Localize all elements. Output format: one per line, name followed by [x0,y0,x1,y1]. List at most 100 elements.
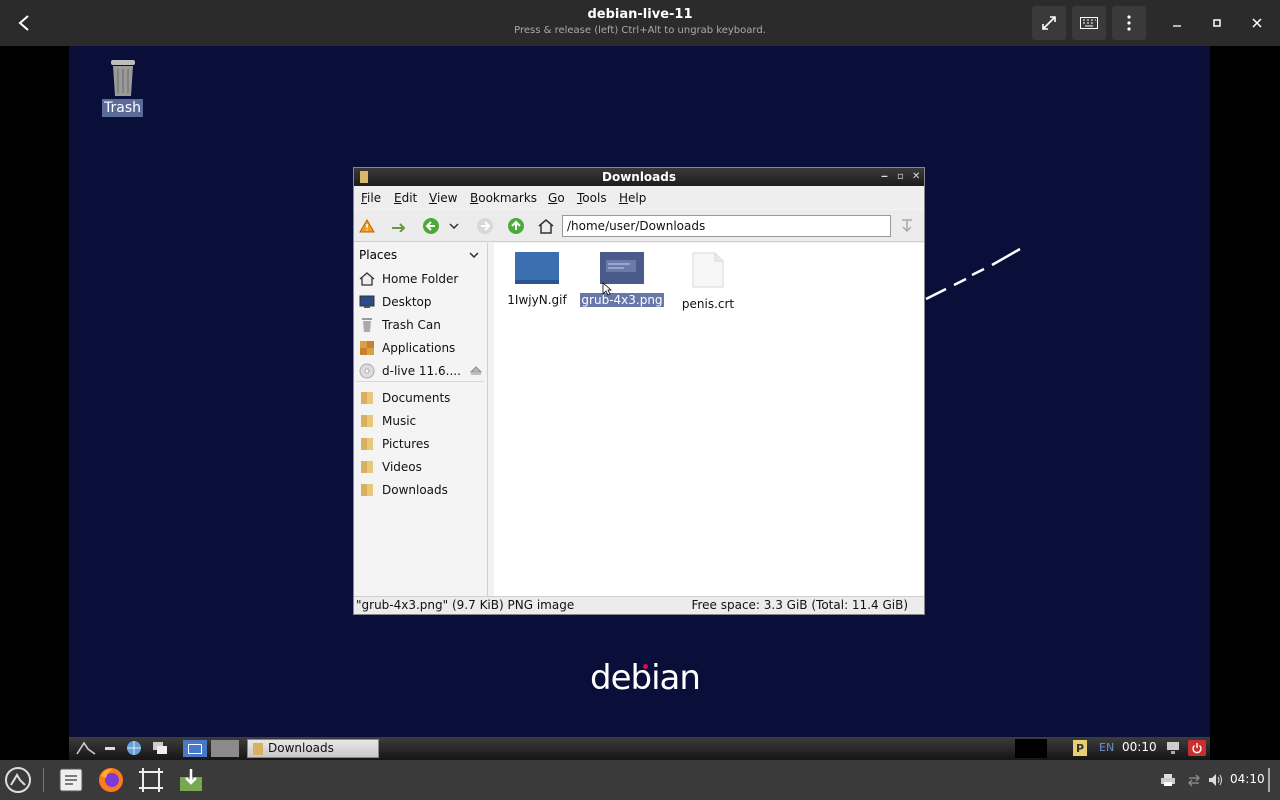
go-path-button[interactable] [897,216,917,236]
network-tray-button[interactable] [1185,771,1203,789]
menu-help[interactable]: Help [619,191,646,205]
sidebar-item-desktop[interactable]: Desktop [358,292,486,312]
keyboard-layout-indicator[interactable]: EN [1099,741,1114,754]
sidebar-item-home-folder[interactable]: Home Folder [358,269,486,289]
parent-folder-button[interactable] [506,216,526,236]
host-taskbar: 04:10 [0,760,1280,800]
windows-icon [153,742,167,754]
file-name: 1IwjyN.gif [507,293,567,307]
window-maximize-button[interactable]: ▫ [897,168,904,186]
sidebar-item-applications[interactable]: Applications [358,338,486,358]
home-icon [538,219,554,234]
status-free-space: Free space: 3.3 GiB (Total: 11.4 GiB) [691,598,908,612]
menu-tools[interactable]: Tools [577,191,607,205]
folder-icon [253,743,263,755]
folder-icon [358,390,376,406]
sidebar-item-downloads[interactable]: Downloads [358,480,486,500]
applications-icon [358,340,376,356]
minimize-icon [1173,25,1181,27]
file-item-grub-4x3-png[interactable]: grub-4x3.png [580,252,664,307]
minimize-all-button[interactable] [101,740,119,756]
workspace-window-icon [188,743,202,754]
folder-icon [358,413,376,429]
sidebar-item-pictures[interactable]: Pictures [358,434,486,454]
go-back-icon [423,218,439,234]
file-name: penis.crt [681,297,735,311]
tray-blank [1015,739,1047,758]
home-button[interactable] [536,216,556,236]
menu-launcher-button[interactable] [75,740,97,756]
fullscreen-button[interactable] [1032,6,1066,40]
jump-icon [902,219,912,233]
menu-go[interactable]: Go [548,191,565,205]
show-desktop-edge[interactable] [1268,768,1270,792]
workspace-1[interactable] [183,740,207,757]
host-installer-app[interactable] [175,764,207,796]
window-menu-icon[interactable] [360,171,368,183]
crop-frame-icon [139,768,163,792]
file-manager-window: Downloads ‒ ▫ ✕ File Edit View Bookmarks… [353,167,925,615]
history-dropdown[interactable] [448,216,460,236]
document-icon [692,252,724,288]
back-nav-button[interactable] [421,216,441,236]
sidebar-item-d-live-volume[interactable]: d-live 11.6.... [358,361,486,381]
sidebar-item-trash-can[interactable]: Trash Can [358,315,486,335]
sidebar-item-label: Home Folder [382,272,459,286]
forward-nav-button[interactable] [475,216,495,236]
globe-icon [127,741,141,755]
window-minimize-button[interactable]: ‒ [881,168,888,186]
network-tray-button[interactable] [1164,740,1182,756]
chevron-down-icon [449,223,459,229]
taskbar-item-downloads[interactable]: Downloads [247,739,379,758]
host-firefox-app[interactable] [95,764,127,796]
close-button[interactable] [1246,12,1268,34]
more-menu-button[interactable] [1112,6,1146,40]
sidebar-item-label: Music [382,414,417,428]
window-close-button[interactable]: ✕ [912,168,920,186]
desktop-trash-icon[interactable] [101,56,145,102]
menu-file[interactable]: File [361,191,381,205]
printer-tray-button[interactable] [1159,771,1177,789]
host-screenshot-app[interactable] [135,764,167,796]
file-view[interactable]: 1IwjyN.gif grub-4x3.png penis.crt [494,243,924,596]
workspace-2[interactable] [211,740,239,757]
p-tray-icon[interactable]: P [1073,740,1087,756]
minimize-button[interactable] [1166,12,1188,34]
browser-launcher[interactable] [125,740,143,756]
menu-view[interactable]: View [429,191,457,205]
drive-icon [358,363,376,379]
printer-icon [1161,774,1175,786]
guest-taskbar: Downloads P EN 00:10 [69,737,1210,760]
keyboard-button[interactable] [1072,6,1106,40]
desktop-trash-label[interactable]: Trash [102,99,143,117]
more-vertical-icon [1127,15,1131,31]
file-name: grub-4x3.png [580,293,664,307]
menu-bookmarks[interactable]: Bookmarks [470,191,537,205]
warning-button[interactable] [357,216,377,236]
places-sidebar: Places Home Folder Desktop Trash Can App… [354,243,488,596]
sidebar-item-videos[interactable]: Videos [358,457,486,477]
volume-tray-button[interactable] [1207,771,1225,789]
host-files-app[interactable] [55,764,87,796]
file-item-penis-crt[interactable]: penis.crt [666,252,750,311]
guest-clock[interactable]: 00:10 [1122,740,1157,754]
maximize-button[interactable] [1206,12,1228,34]
power-button[interactable] [1188,740,1206,756]
file-manager-launcher[interactable] [151,740,169,756]
path-input[interactable]: /home/user/Downloads [562,215,891,237]
sidebar-item-music[interactable]: Music [358,411,486,431]
places-header[interactable]: Places [359,248,485,266]
menu-edit[interactable]: Edit [394,191,417,205]
sidebar-item-documents[interactable]: Documents [358,388,486,408]
host-clock[interactable]: 04:10 [1230,772,1265,786]
new-tab-button[interactable] [390,216,410,236]
network-icon [1167,742,1179,754]
host-launcher-button[interactable] [2,764,34,796]
status-selection: "grub-4x3.png" (9.7 KiB) PNG image [356,598,575,612]
expand-icon [1042,16,1056,30]
minimize-icon [105,747,115,750]
window-title-bar[interactable]: Downloads ‒ ▫ ✕ [354,168,924,186]
file-item-1iwjyn-gif[interactable]: 1IwjyN.gif [495,252,579,307]
eject-icon[interactable] [470,366,482,376]
keyboard-icon [1080,17,1098,29]
